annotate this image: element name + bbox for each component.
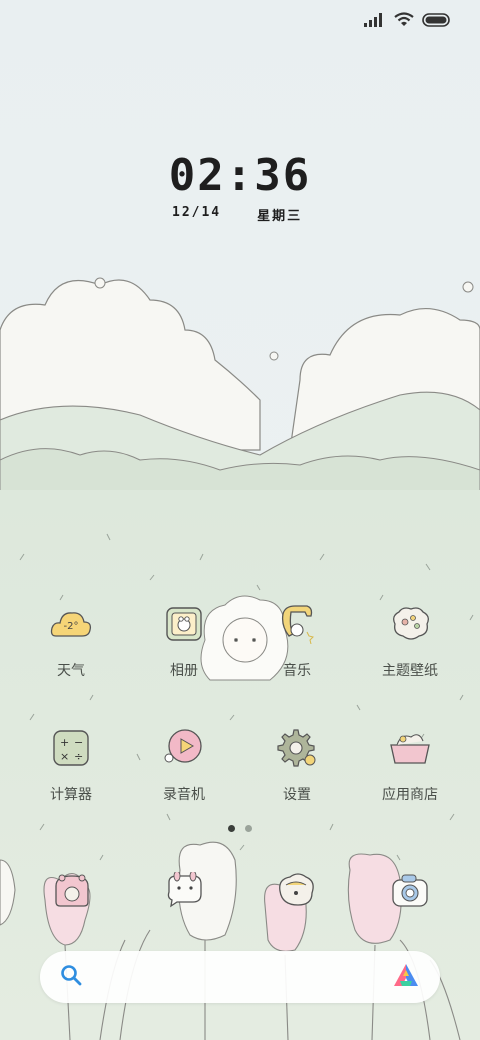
messages-icon: [163, 870, 205, 912]
phone-icon: [52, 872, 92, 912]
search-icon[interactable]: [60, 964, 82, 990]
weekday-text: 星期三: [257, 209, 303, 224]
app-store-icon: [386, 724, 434, 772]
camera-icon: [390, 872, 430, 912]
app-themes[interactable]: 主题壁纸: [355, 600, 465, 680]
search-bar[interactable]: [40, 951, 440, 1003]
svg-text:−: −: [74, 736, 83, 749]
app-music[interactable]: 音乐: [242, 600, 352, 680]
recorder-icon: [160, 724, 208, 772]
app-label: 应用商店: [382, 787, 438, 803]
page-indicator[interactable]: [228, 825, 252, 832]
weather-cloud-icon: -2°: [47, 600, 95, 648]
app-weather[interactable]: -2° 天气: [16, 600, 126, 680]
settings-gear-icon: [273, 724, 321, 772]
dock-phone[interactable]: [42, 862, 102, 922]
svg-text:÷: ÷: [74, 750, 83, 763]
page-dot-1[interactable]: [228, 825, 235, 832]
lockscreen-clock: 02:36: [168, 150, 312, 201]
dock-messages[interactable]: [154, 862, 214, 922]
app-label: 相册: [170, 663, 198, 679]
date-text: 12/14: [172, 205, 222, 220]
page-dot-2[interactable]: [245, 825, 252, 832]
app-label: 设置: [283, 787, 311, 803]
app-label: 录音机: [163, 787, 205, 803]
app-label: 计算器: [50, 787, 92, 803]
wifi-icon: [394, 11, 414, 31]
music-icon: [273, 600, 321, 648]
gallery-icon: [160, 600, 208, 648]
status-bar: [364, 8, 452, 34]
themes-icon: [386, 600, 434, 648]
app-label: 主题壁纸: [382, 663, 438, 679]
dock-camera[interactable]: [380, 862, 440, 922]
browser-icon: [276, 871, 316, 913]
app-store[interactable]: 应用商店: [355, 724, 465, 804]
app-label: 音乐: [283, 663, 311, 679]
calculator-icon: + − × ÷: [47, 724, 95, 772]
app-label: 天气: [57, 663, 85, 679]
app-settings[interactable]: 设置: [242, 724, 352, 804]
app-calculator[interactable]: + − × ÷ 计算器: [16, 724, 126, 804]
signal-bars-icon: [364, 12, 386, 31]
assistant-logo-icon[interactable]: [392, 962, 420, 992]
svg-text:+: +: [60, 736, 69, 749]
svg-text:×: ×: [60, 750, 69, 763]
battery-icon: [422, 12, 452, 31]
app-recorder[interactable]: 录音机: [129, 724, 239, 804]
dock-browser[interactable]: [266, 862, 326, 922]
date-row: 12/14 星期三: [172, 205, 302, 224]
app-gallery[interactable]: 相册: [129, 600, 239, 680]
weather-temp: -2°: [63, 620, 79, 632]
